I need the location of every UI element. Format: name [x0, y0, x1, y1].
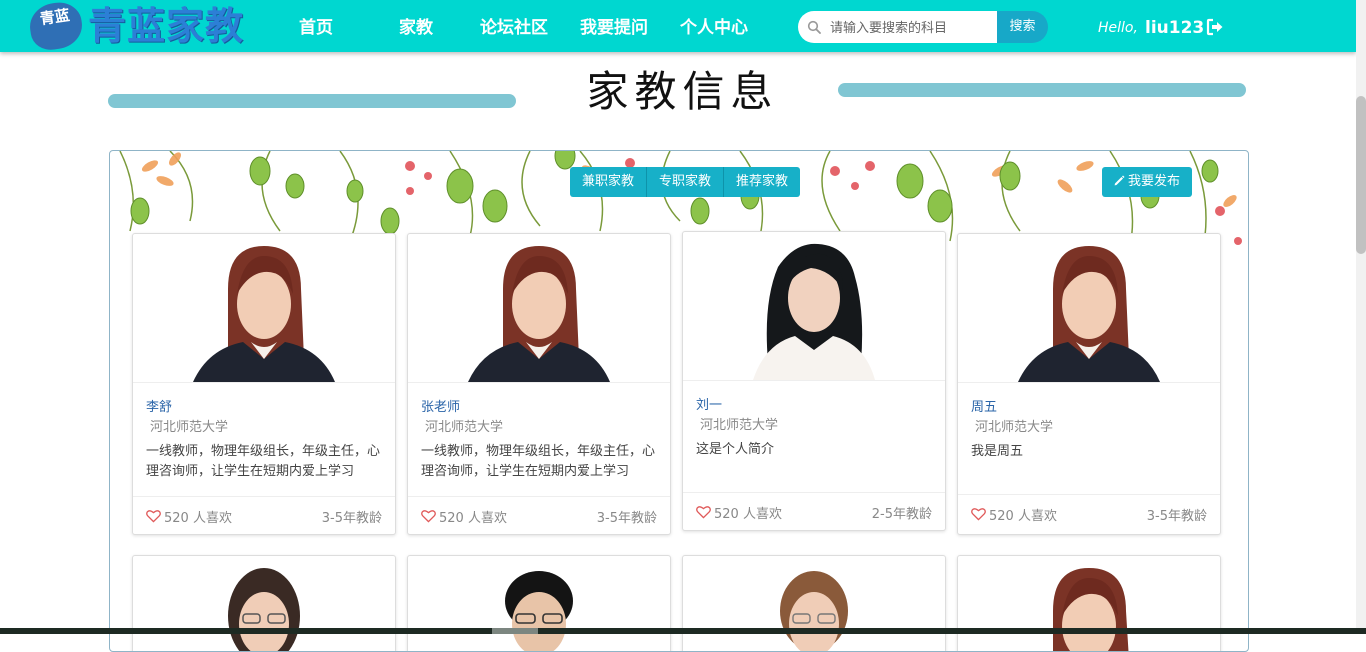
- page-title: 家教信息: [586, 67, 779, 116]
- tutor-photo[interactable]: [958, 556, 1220, 652]
- username[interactable]: liu123: [1145, 0, 1204, 52]
- heart-icon[interactable]: [696, 505, 711, 519]
- tutor-intro: 一线教师，物理年级组长，年级主任，心理咨询师，让学生在短期内爱上学习: [146, 444, 381, 479]
- like-count: 520 人喜欢: [439, 511, 507, 526]
- tutor-name[interactable]: 李舒: [146, 396, 172, 415]
- tab-full-time-tutor[interactable]: 专职家教: [647, 167, 725, 197]
- search-button[interactable]: 搜索: [997, 11, 1048, 43]
- teaching-years: 3-5年教龄: [596, 511, 657, 526]
- nav-ask-question[interactable]: 我要提问: [580, 0, 648, 52]
- tutor-school: 河北师范大学: [700, 418, 779, 433]
- tutor-photo[interactable]: [958, 234, 1220, 383]
- card-footer: 520 人喜欢 2-5年教龄: [683, 492, 945, 530]
- publish-button-label: 我要发布: [1128, 174, 1181, 189]
- logout-icon[interactable]: [1206, 18, 1224, 36]
- search-input[interactable]: [828, 11, 997, 45]
- tutor-photo[interactable]: [408, 234, 670, 383]
- pencil-icon: [1114, 175, 1125, 186]
- tutor-card[interactable]: 李舒 河北师范大学 一线教师，物理年级组长，年级主任，心理咨询师，让学生在短期内…: [132, 233, 396, 535]
- heart-icon[interactable]: [146, 509, 161, 523]
- tutor-panel: 兼职家教 专职家教 推荐家教 我要发布 李舒 河北师范大学 一线教师，物理年级组…: [109, 150, 1249, 652]
- title-decor-bar-left: [108, 94, 516, 108]
- card-footer: 520 人喜欢 3-5年教龄: [958, 494, 1220, 533]
- tutor-photo[interactable]: [683, 232, 945, 381]
- tutor-card[interactable]: 张老师 河北师范大学 一线教师，物理年级组长，年级主任，心理咨询师，让学生在短期…: [407, 233, 671, 535]
- tab-recommended-tutor[interactable]: 推荐家教: [724, 167, 801, 197]
- tutor-intro: 这是个人简介: [696, 442, 775, 457]
- bottom-taskbar-strip: [0, 628, 1366, 634]
- tutor-intro: 一线教师，物理年级组长，年级主任，心理咨询师，让学生在短期内爱上学习: [421, 444, 656, 479]
- card-footer: 520 人喜欢 3-5年教龄: [408, 496, 670, 534]
- like-count: 520 人喜欢: [989, 509, 1057, 524]
- scrollbar-thumb[interactable]: [1356, 96, 1366, 254]
- like-count: 520 人喜欢: [714, 507, 782, 522]
- tutor-card[interactable]: [957, 555, 1221, 652]
- tutor-card[interactable]: [132, 555, 396, 652]
- tutor-school: 河北师范大学: [975, 420, 1054, 435]
- title-decor-bar-right: [838, 83, 1246, 97]
- nav-personal-center[interactable]: 个人中心: [680, 0, 748, 52]
- brand-logo-text[interactable]: 青蓝家教: [88, 4, 244, 48]
- top-navbar: 青蓝 青蓝家教 首页 家教 论坛社区 我要提问 个人中心 搜索 Hello, l…: [0, 0, 1356, 53]
- tutor-card[interactable]: 刘一 河北师范大学 这是个人简介 520 人喜欢 2-5年教龄: [682, 231, 946, 531]
- nav-forum[interactable]: 论坛社区: [480, 0, 548, 52]
- search-icon: [807, 20, 821, 34]
- tutor-school: 河北师范大学: [150, 420, 229, 435]
- card-footer: 520 人喜欢 3-5年教龄: [133, 496, 395, 534]
- tutor-photo[interactable]: [683, 556, 945, 652]
- taskbar-segment: [492, 628, 538, 634]
- logo-badge[interactable]: 青蓝: [27, 0, 85, 53]
- tutor-name[interactable]: 张老师: [421, 396, 460, 415]
- tutor-name[interactable]: 刘一: [696, 394, 722, 413]
- tutor-photo[interactable]: [133, 234, 395, 383]
- tutor-photo[interactable]: [408, 556, 670, 652]
- tutor-card[interactable]: [682, 555, 946, 652]
- search-box: [798, 11, 998, 45]
- teaching-years: 3-5年教龄: [1146, 509, 1207, 524]
- tutor-school: 河北师范大学: [425, 420, 504, 435]
- heart-icon[interactable]: [421, 509, 436, 523]
- heart-icon[interactable]: [971, 507, 986, 521]
- teaching-years: 3-5年教龄: [321, 511, 382, 526]
- teaching-years: 2-5年教龄: [871, 507, 932, 522]
- nav-home[interactable]: 首页: [299, 0, 333, 52]
- tab-part-time-tutor[interactable]: 兼职家教: [570, 167, 648, 197]
- tutor-card[interactable]: [407, 555, 671, 652]
- greeting-text: Hello,: [1098, 20, 1138, 36]
- tutor-type-tabs: 兼职家教 专职家教 推荐家教: [570, 167, 801, 197]
- publish-button[interactable]: 我要发布: [1102, 167, 1193, 197]
- like-count: 520 人喜欢: [164, 511, 232, 526]
- tutor-photo[interactable]: [133, 556, 395, 652]
- scrollbar-track[interactable]: [1356, 0, 1366, 628]
- tutor-card[interactable]: 周五 河北师范大学 我是周五 520 人喜欢 3-5年教龄: [957, 233, 1221, 535]
- tutor-intro: 我是周五: [971, 444, 1024, 459]
- tutor-name[interactable]: 周五: [971, 396, 997, 415]
- nav-tutors[interactable]: 家教: [399, 0, 433, 52]
